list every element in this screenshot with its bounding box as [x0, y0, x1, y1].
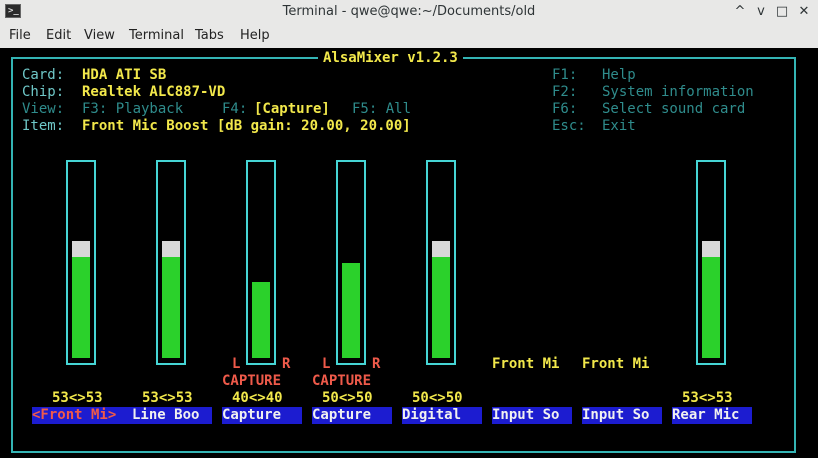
- channel-gauge-digital[interactable]: [426, 160, 456, 365]
- item-value: Front Mic Boost [dB gain: 20.00, 20.00]: [82, 118, 411, 134]
- channel-value: 50<>50: [322, 390, 373, 406]
- menu-terminal[interactable]: Terminal: [129, 28, 184, 43]
- capture-l-marker: L: [232, 356, 241, 372]
- menu-bar: File Edit View Terminal Tabs Help: [0, 24, 818, 48]
- capture-switch[interactable]: CAPTURE: [222, 373, 281, 390]
- view-playback[interactable]: F3: Playback: [82, 101, 183, 118]
- gauge-cap: [72, 241, 90, 257]
- channel-label-front-mic-selected[interactable]: <Front Mi>: [32, 407, 132, 424]
- channel-value: 53<>53: [142, 390, 193, 406]
- channel-value: 40<>40: [232, 390, 283, 406]
- input-source-value[interactable]: Front Mi: [582, 356, 649, 373]
- gauge-level: [432, 257, 450, 358]
- channel-label-input-source[interactable]: Input So: [492, 407, 572, 424]
- channel-gauge-rear-mic[interactable]: [696, 160, 726, 365]
- capture-l-marker: L: [322, 356, 331, 372]
- minimize-button[interactable]: v: [752, 4, 770, 20]
- channel-gauge-front-mic[interactable]: [66, 160, 96, 365]
- channel-label-rear-mic[interactable]: Rear Mic: [672, 407, 752, 424]
- window-menu-up-icon[interactable]: ^: [731, 4, 749, 20]
- window-titlebar[interactable]: >_ Terminal - qwe@qwe:~/Documents/old ^ …: [0, 0, 818, 24]
- gauge-cap: [702, 241, 720, 257]
- help-key-f2: F2:: [552, 84, 578, 100]
- capture-r-marker: R: [372, 356, 381, 372]
- card-label: Card:: [22, 67, 65, 83]
- help-text-esc: Exit: [602, 118, 636, 134]
- view-all[interactable]: F5: All: [352, 101, 411, 118]
- capture-switch[interactable]: CAPTURE: [312, 373, 371, 390]
- maximize-button[interactable]: □: [773, 4, 791, 20]
- channel-label-input-source[interactable]: Input So: [582, 407, 662, 424]
- channel-label-capture[interactable]: Capture: [312, 407, 392, 424]
- help-text-f1: Help: [602, 67, 636, 83]
- menu-file[interactable]: File: [9, 28, 31, 43]
- channel-label-capture[interactable]: Capture: [222, 407, 302, 424]
- help-key-esc: Esc:: [552, 118, 586, 134]
- menu-help[interactable]: Help: [240, 28, 270, 43]
- help-key-f6: F6:: [552, 101, 578, 117]
- view-capture[interactable]: [Capture]: [254, 101, 330, 118]
- gauge-level: [702, 257, 720, 358]
- window-title: Terminal - qwe@qwe:~/Documents/old: [282, 4, 536, 19]
- gauge-level: [342, 263, 360, 358]
- gauge-level: [252, 282, 270, 358]
- view-capture-key: F4:: [222, 101, 248, 117]
- gauge-cap: [432, 241, 450, 257]
- alsamixer-title: AlsaMixer v1.2.3: [318, 50, 463, 67]
- channel-gauge-capture-2[interactable]: [336, 160, 366, 365]
- help-key-f1: F1:: [552, 67, 578, 83]
- menu-edit[interactable]: Edit: [46, 28, 71, 43]
- gauge-level: [72, 257, 90, 358]
- gauge-cap: [162, 241, 180, 257]
- input-source-value[interactable]: Front Mi: [492, 356, 559, 373]
- channel-value: 53<>53: [52, 390, 103, 406]
- close-button[interactable]: ✕: [795, 4, 813, 20]
- channel-gauge-capture-1[interactable]: [246, 160, 276, 365]
- help-text-f6: Select sound card: [602, 101, 746, 117]
- item-label: Item:: [22, 118, 65, 134]
- view-label: View:: [22, 101, 65, 117]
- channel-value: 50<>50: [412, 390, 463, 406]
- channel-label-line-boost[interactable]: Line Boo: [132, 407, 212, 424]
- card-value: HDA ATI SB: [82, 67, 167, 83]
- channel-label-digital[interactable]: Digital: [402, 407, 482, 424]
- channel-gauge-line-boost[interactable]: [156, 160, 186, 365]
- gauge-level: [162, 257, 180, 358]
- channel-value: 53<>53: [682, 390, 733, 406]
- chip-value: Realtek ALC887-VD: [82, 84, 226, 100]
- chip-label: Chip:: [22, 84, 65, 100]
- menu-view[interactable]: View: [84, 28, 115, 43]
- terminal-area[interactable]: AlsaMixer v1.2.3 Card: HDA ATI SB Chip: …: [0, 48, 818, 458]
- menu-tabs[interactable]: Tabs: [195, 28, 224, 43]
- help-text-f2: System information: [602, 84, 754, 100]
- capture-r-marker: R: [282, 356, 291, 372]
